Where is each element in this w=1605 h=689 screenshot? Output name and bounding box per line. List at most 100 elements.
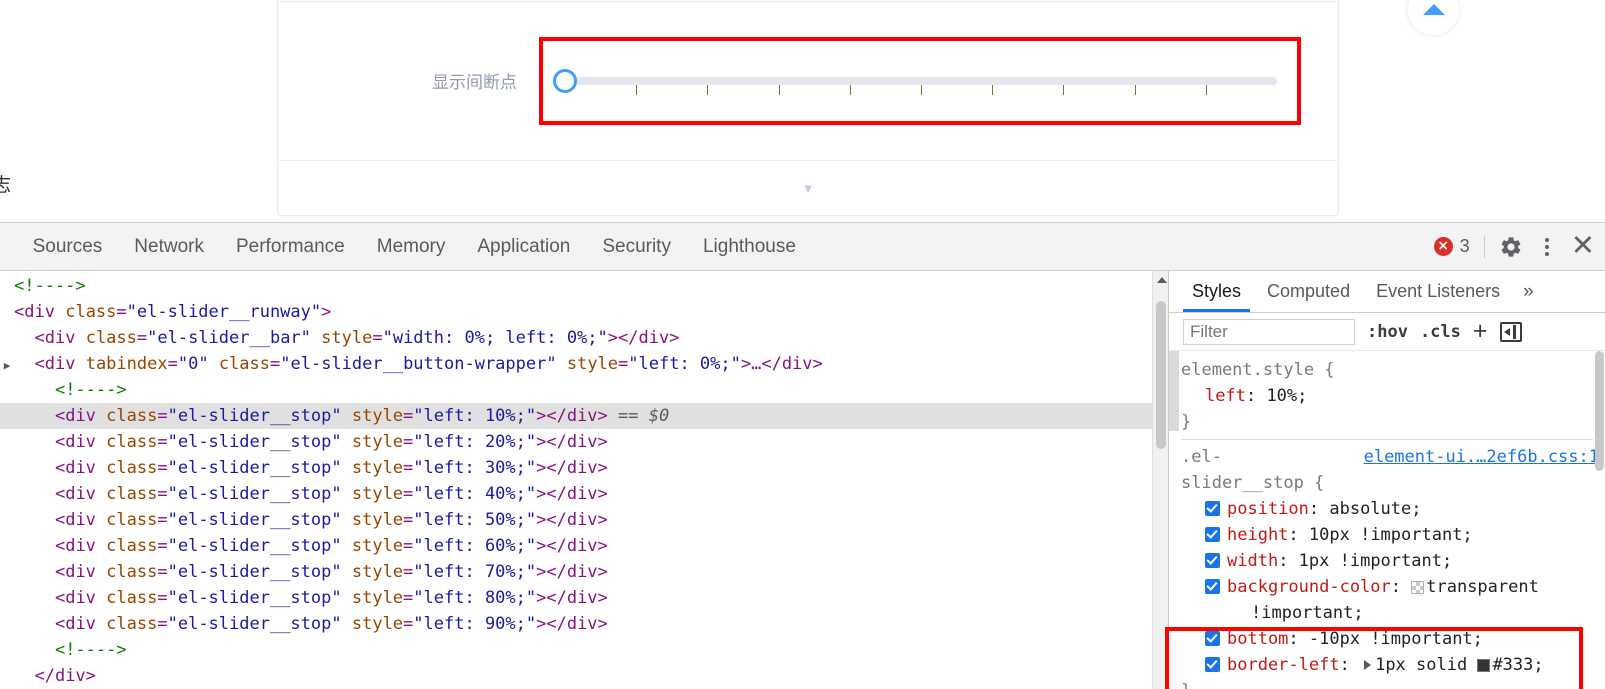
color-swatch[interactable] <box>1477 659 1491 672</box>
new-style-rule-button[interactable]: + <box>1473 319 1488 344</box>
settings-card: 显示间断点 ▼ <box>277 0 1339 216</box>
dom-tree-node[interactable]: <div class="el-slider__stop" style="left… <box>0 559 1168 585</box>
dom-tree-node[interactable]: <div class="el-slider__stop" style="left… <box>0 507 1168 533</box>
dom-tree-node[interactable]: ▶ <div tabindex="0" class="el-slider__bu… <box>0 351 1168 377</box>
css-selector-cont[interactable]: slider__stop { <box>1181 470 1605 496</box>
devtools-tab-security[interactable]: Security <box>586 223 687 270</box>
devtools-tab-list: eSourcesNetworkPerformanceMemoryApplicat… <box>0 223 812 270</box>
hov-toggle-button[interactable]: :hov <box>1367 322 1408 342</box>
devtools-tab-lighthouse[interactable]: Lighthouse <box>687 223 812 270</box>
slider-stop <box>992 84 994 95</box>
dom-tree-node[interactable]: <div class="el-slider__runway"> <box>0 299 1168 325</box>
dom-tree-node[interactable]: <div class="el-slider__bar" style="width… <box>0 325 1168 351</box>
slider-stop <box>1205 84 1207 95</box>
devtools-toolbar-actions: × 3 ✕ <box>1433 223 1595 270</box>
css-rule-close: } <box>1181 412 1192 432</box>
css-selector[interactable]: element.style { <box>1181 357 1605 383</box>
devtools-panel: eSourcesNetworkPerformanceMemoryApplicat… <box>0 222 1605 689</box>
declaration-checkbox[interactable] <box>1205 579 1220 594</box>
css-rule: element.style {left: 10%;} <box>1181 357 1605 435</box>
css-declaration-cont: !important; <box>1251 603 1364 623</box>
slider-runway[interactable] <box>565 76 1277 95</box>
slider-stop <box>849 84 851 95</box>
dom-tree-node[interactable]: <!----> <box>0 273 1168 299</box>
css-source-link[interactable]: element-ui.…2ef6b.css:1 <box>1364 444 1599 470</box>
devtools-tab-network[interactable]: Network <box>118 223 220 270</box>
slider-stop <box>921 84 922 95</box>
form-row-breakpoints: 显示间断点 <box>278 1 1338 160</box>
devtools-tab-memory[interactable]: Memory <box>361 223 462 270</box>
styles-tab-event-listeners[interactable]: Event Listeners <box>1363 271 1513 312</box>
css-rule: element-ui.…2ef6b.css:1 .el-slider__stop … <box>1181 444 1605 689</box>
devtools-tab-application[interactable]: Application <box>461 223 586 270</box>
devtools-tab-e[interactable]: e <box>0 223 17 270</box>
dom-tree-node[interactable]: <div class="el-slider__stop" style="left… <box>0 481 1168 507</box>
dom-tree-scrollbar[interactable] <box>1152 271 1168 689</box>
toolbar-divider <box>1483 235 1485 258</box>
styles-tab-list: Styles Computed Event Listeners» <box>1169 271 1605 313</box>
styles-tab-styles[interactable]: Styles <box>1179 271 1254 312</box>
css-declaration[interactable]: left: 10%; <box>1181 383 1605 409</box>
slider-highlight-box <box>539 36 1301 125</box>
scroll-up-icon[interactable] <box>1157 277 1167 283</box>
scrollbar-thumb[interactable] <box>1156 301 1166 449</box>
form-label-breakpoints: 显示间断点 <box>432 73 517 93</box>
styles-sidebar: StylesComputedEvent Listeners» :hov .cls… <box>1168 271 1605 689</box>
devtools-tab-sources[interactable]: Sources <box>17 223 119 270</box>
slider[interactable] <box>553 63 1277 99</box>
left-cut-label: 志 <box>0 174 13 196</box>
dom-tree-node[interactable]: <div class="el-slider__stop" style="left… <box>0 533 1168 559</box>
dom-tree-node[interactable]: <div class="el-slider__stop" style="left… <box>0 455 1168 481</box>
dom-tree-node[interactable]: <!----> <box>0 377 1168 403</box>
css-declaration[interactable]: width: 1px !important; <box>1181 548 1605 574</box>
declaration-checkbox[interactable] <box>1205 657 1220 672</box>
slider-stop <box>778 84 780 95</box>
dom-tree-node[interactable]: <!----> <box>0 637 1168 663</box>
triangle-up-icon <box>1422 4 1445 15</box>
declaration-checkbox[interactable] <box>1205 527 1220 542</box>
styles-tab-computed[interactable]: Computed <box>1254 271 1363 312</box>
rule-divider <box>1181 439 1593 440</box>
expand-arrow-icon[interactable] <box>1364 660 1372 670</box>
more-vertical-icon[interactable] <box>1537 237 1557 256</box>
styles-pane-edge <box>1169 351 1179 431</box>
css-declaration[interactable]: height: 10px !important; <box>1181 522 1605 548</box>
color-swatch[interactable] <box>1411 581 1425 594</box>
slider-thumb-button[interactable] <box>553 68 577 93</box>
dock-left-icon[interactable] <box>1499 321 1522 342</box>
styles-rules-list: element.style {left: 10%;} element-ui.…2e… <box>1169 351 1605 689</box>
error-badge[interactable]: × 3 <box>1433 236 1470 257</box>
dom-tree-node[interactable]: <div class="el-slider__stop" style="left… <box>0 429 1168 455</box>
error-circle-icon: × <box>1433 237 1453 256</box>
dom-tree-node[interactable]: </div> <box>0 663 1168 689</box>
slider-stop <box>1134 84 1136 95</box>
css-declaration[interactable]: position: absolute; <box>1181 496 1605 522</box>
cls-toggle-button[interactable]: .cls <box>1420 322 1461 342</box>
page-under-test: 志 显示间断点 ▼ <box>0 0 1605 222</box>
css-rule-close: } <box>1181 678 1605 689</box>
declaration-checkbox[interactable] <box>1205 501 1220 516</box>
css-declaration[interactable]: bottom: -10px !important; <box>1181 626 1605 652</box>
styles-scrollbar[interactable] <box>1594 351 1605 689</box>
declaration-checkbox[interactable] <box>1205 553 1220 568</box>
dom-tree-node[interactable]: <div class="el-slider__stop" style="left… <box>0 403 1168 429</box>
elements-dom-tree[interactable]: <!----> <div class="el-slider__runway"> <… <box>0 271 1168 689</box>
css-declaration[interactable]: background-color: transparent !important; <box>1181 574 1605 626</box>
declaration-checkbox[interactable] <box>1205 631 1220 646</box>
chevron-down-icon: ▼ <box>801 180 815 196</box>
dom-tree-node[interactable]: <div class="el-slider__stop" style="left… <box>0 585 1168 611</box>
error-count: 3 <box>1459 236 1470 256</box>
styles-more-tabs-icon[interactable]: » <box>1513 281 1544 303</box>
slider-stop <box>636 84 638 95</box>
devtools-toolbar: eSourcesNetworkPerformanceMemoryApplicat… <box>0 223 1605 271</box>
styles-filter-bar: :hov .cls + <box>1169 313 1605 351</box>
scrollbar-thumb[interactable] <box>1595 351 1604 471</box>
devtools-tab-performance[interactable]: Performance <box>220 223 361 270</box>
gear-icon[interactable] <box>1499 235 1523 259</box>
close-icon[interactable]: ✕ <box>1571 232 1595 261</box>
css-declaration[interactable]: border-left: 1px solid #333; <box>1181 652 1605 678</box>
back-to-top-button[interactable] <box>1408 0 1459 35</box>
styles-filter-input[interactable] <box>1183 318 1355 345</box>
dom-tree-node[interactable]: <div class="el-slider__stop" style="left… <box>0 611 1168 637</box>
collapse-toggle[interactable]: ▼ <box>278 160 1338 216</box>
